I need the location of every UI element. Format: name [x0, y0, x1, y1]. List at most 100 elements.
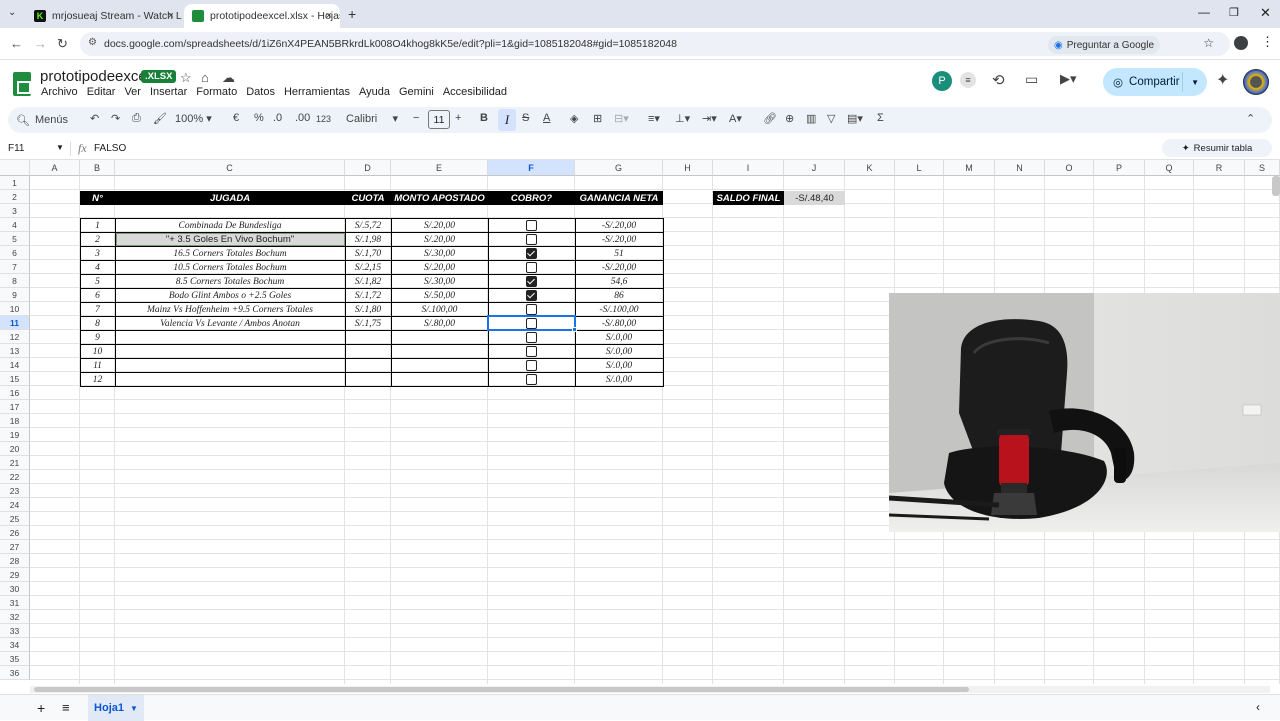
menu-ver[interactable]: Ver — [124, 86, 141, 98]
horizontal-scrollbar[interactable] — [30, 686, 1270, 693]
column-header[interactable]: A — [30, 160, 80, 176]
url-field[interactable]: ⚙ docs.google.com/spreadsheets/d/1iZ6nX4… — [80, 32, 1230, 56]
table-cell-monto[interactable]: S/.30,00 — [391, 247, 488, 260]
close-tab-icon[interactable]: × — [168, 10, 174, 22]
table-cell-cuota[interactable] — [345, 373, 391, 386]
table-header-cell[interactable]: CUOTA — [345, 191, 391, 205]
merge-cells-icon[interactable]: ⊟▾ — [614, 112, 629, 125]
row-header[interactable]: 15 — [0, 372, 30, 386]
font-size-increase-icon[interactable]: + — [455, 112, 461, 124]
table-header-cell[interactable]: COBRO? — [488, 191, 575, 205]
table-cell-cuota[interactable]: S/.1,72 — [345, 289, 391, 302]
row-header[interactable]: 24 — [0, 498, 30, 512]
column-header[interactable]: J — [784, 160, 845, 176]
borders-icon[interactable]: ⊞ — [593, 112, 602, 125]
table-cell-jugada[interactable]: Bodo Glint Ambos o +2.5 Goles — [115, 289, 345, 302]
table-cell-monto[interactable] — [391, 373, 488, 386]
functions-button[interactable]: Σ — [877, 112, 884, 124]
cobro-checkbox[interactable] — [525, 332, 537, 343]
cobro-checkbox[interactable] — [525, 276, 537, 287]
row-header[interactable]: 18 — [0, 414, 30, 428]
table-cell-ganancia[interactable]: -S/.20,00 — [575, 219, 663, 232]
collaborator-avatar[interactable]: P — [932, 71, 952, 91]
table-cell-ganancia[interactable]: S/.0,00 — [575, 359, 663, 372]
document-title[interactable]: prototipodeexcel — [40, 68, 150, 85]
table-cell-monto[interactable] — [391, 331, 488, 344]
minimize-icon[interactable]: — — [1198, 5, 1210, 19]
cobro-checkbox[interactable] — [525, 346, 537, 357]
column-header[interactable]: K — [845, 160, 895, 176]
table-cell-monto[interactable]: S/.50,00 — [391, 289, 488, 302]
row-header[interactable]: 29 — [0, 568, 30, 582]
menu-archivo[interactable]: Archivo — [41, 86, 78, 98]
column-header[interactable]: F — [488, 160, 575, 176]
row-header[interactable]: 7 — [0, 260, 30, 274]
table-cell-n[interactable]: 4 — [80, 261, 115, 274]
column-header[interactable]: C — [115, 160, 345, 176]
row-header[interactable]: 26 — [0, 526, 30, 540]
undo-icon[interactable]: ↶ — [90, 112, 99, 125]
table-cell-jugada[interactable]: Valencia Vs Levante / Ambos Anotan — [115, 317, 345, 330]
row-header[interactable]: 31 — [0, 596, 30, 610]
row-header[interactable]: 30 — [0, 582, 30, 596]
row-header[interactable]: 6 — [0, 246, 30, 260]
increase-decimal-button[interactable]: .00 — [295, 112, 310, 124]
column-header[interactable]: H — [663, 160, 713, 176]
table-cell-ganancia[interactable]: 51 — [575, 247, 663, 260]
table-cell-monto[interactable] — [391, 359, 488, 372]
table-cell-cuota[interactable]: S/.1,82 — [345, 275, 391, 288]
column-header[interactable]: G — [575, 160, 663, 176]
table-cell-cuota[interactable]: S/.1,98 — [345, 233, 391, 246]
comments-icon[interactable]: ▭ — [1025, 71, 1038, 88]
saldo-final-label[interactable]: SALDO FINAL — [713, 191, 784, 205]
saldo-final-value[interactable]: -S/.48,40 — [784, 191, 845, 205]
insert-comment-icon[interactable]: ⊕ — [785, 112, 794, 125]
forward-icon[interactable]: → — [34, 36, 47, 51]
text-wrap-icon[interactable]: ⇥▾ — [702, 112, 717, 125]
column-header[interactable]: P — [1094, 160, 1145, 176]
row-header[interactable]: 13 — [0, 344, 30, 358]
sheets-logo-icon[interactable] — [13, 72, 31, 96]
table-cell-n[interactable]: 3 — [80, 247, 115, 260]
move-folder-icon[interactable]: ⌂ — [201, 70, 209, 85]
table-cell-jugada[interactable]: Mainz Vs Hoffenheim +9.5 Corners Totales — [115, 303, 345, 316]
browser-menu-icon[interactable]: ⋮ — [1261, 34, 1274, 50]
row-header[interactable]: 32 — [0, 610, 30, 624]
bold-button[interactable]: B — [480, 112, 488, 124]
row-header[interactable]: 5 — [0, 232, 30, 246]
table-cell-n[interactable]: 11 — [80, 359, 115, 372]
column-header[interactable]: E — [391, 160, 488, 176]
row-header[interactable]: 21 — [0, 456, 30, 470]
table-cell-ganancia[interactable]: 54,6 — [575, 275, 663, 288]
column-header[interactable]: O — [1045, 160, 1094, 176]
table-cell-n[interactable]: 5 — [80, 275, 115, 288]
menu-insertar[interactable]: Insertar — [150, 86, 187, 98]
row-header[interactable]: 25 — [0, 512, 30, 526]
table-cell-monto[interactable]: S/.20,00 — [391, 233, 488, 246]
row-header[interactable]: 19 — [0, 428, 30, 442]
table-cell-jugada[interactable]: 8.5 Corners Totales Bochum — [115, 275, 345, 288]
cobro-checkbox[interactable] — [525, 304, 537, 315]
column-header[interactable]: I — [713, 160, 784, 176]
table-cell-monto[interactable]: S/.100,00 — [391, 303, 488, 316]
font-size-field[interactable]: 11 — [428, 110, 450, 129]
menu-gemini[interactable]: Gemini — [399, 86, 434, 98]
table-cell-ganancia[interactable]: 86 — [575, 289, 663, 302]
row-header[interactable]: 20 — [0, 442, 30, 456]
cloud-status-icon[interactable]: ☁ — [222, 70, 235, 86]
table-cell-monto[interactable]: S/.30,00 — [391, 275, 488, 288]
table-cell-jugada[interactable]: 10.5 Corners Totales Bochum — [115, 261, 345, 274]
menu-accesibilidad[interactable]: Accesibilidad — [443, 86, 507, 98]
row-header[interactable]: 14 — [0, 358, 30, 372]
table-header-cell[interactable]: MONTO APOSTADO — [391, 191, 488, 205]
table-cell-monto[interactable] — [391, 345, 488, 358]
insert-link-icon[interactable]: 🔗︎ — [763, 112, 777, 125]
row-header[interactable]: 27 — [0, 540, 30, 554]
share-button[interactable]: ◎ Compartir ▼ — [1103, 68, 1207, 96]
italic-button[interactable]: I — [498, 109, 516, 131]
reload-icon[interactable]: ↻ — [57, 36, 68, 52]
site-info-icon[interactable]: ⚙ — [88, 37, 97, 48]
column-header[interactable]: M — [944, 160, 995, 176]
fill-color-icon[interactable]: ◈ — [570, 112, 578, 125]
row-header[interactable]: 2 — [0, 190, 30, 204]
